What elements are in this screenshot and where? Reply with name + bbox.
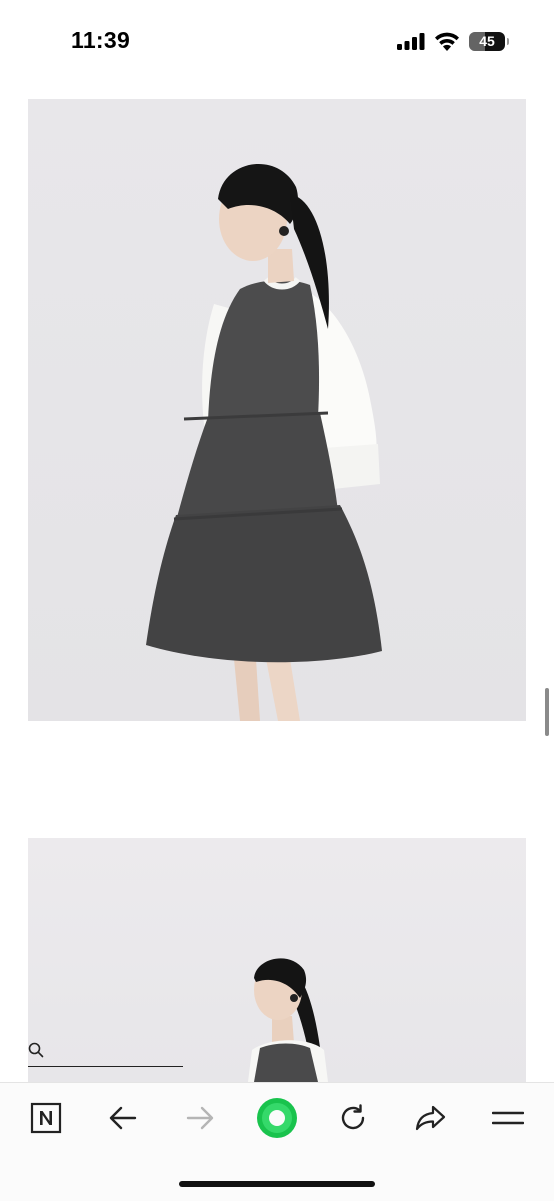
battery-cap [507, 38, 509, 45]
forward-button[interactable] [180, 1098, 220, 1138]
naver-n-button[interactable] [26, 1098, 66, 1138]
menu-icon[interactable] [492, 1108, 524, 1128]
model-figure-illustration [146, 164, 382, 721]
status-bar: 11:39 45 [0, 0, 554, 84]
search-icon[interactable] [28, 1042, 44, 1058]
cellular-signal-icon [397, 33, 425, 50]
naver-n-icon[interactable] [30, 1102, 62, 1134]
home-indicator[interactable] [179, 1181, 375, 1187]
back-arrow-icon[interactable] [108, 1105, 138, 1131]
menu-button[interactable] [488, 1098, 528, 1138]
back-button[interactable] [103, 1098, 143, 1138]
home-button[interactable] [255, 1096, 299, 1140]
forward-arrow-icon[interactable] [185, 1105, 215, 1131]
reload-button[interactable] [333, 1098, 373, 1138]
status-time: 11:39 [71, 27, 131, 53]
wifi-icon [435, 32, 459, 51]
share-button[interactable] [410, 1098, 450, 1138]
search-field[interactable] [28, 1040, 184, 1068]
green-home-icon[interactable] [255, 1096, 299, 1140]
battery-icon: 45 [469, 32, 505, 51]
battery-percentage: 45 [479, 33, 495, 49]
search-underline [28, 1066, 183, 1067]
product-photo-full-length[interactable] [28, 99, 526, 721]
reload-icon[interactable] [338, 1103, 368, 1133]
scroll-indicator[interactable] [545, 688, 549, 736]
share-icon[interactable] [414, 1104, 446, 1132]
